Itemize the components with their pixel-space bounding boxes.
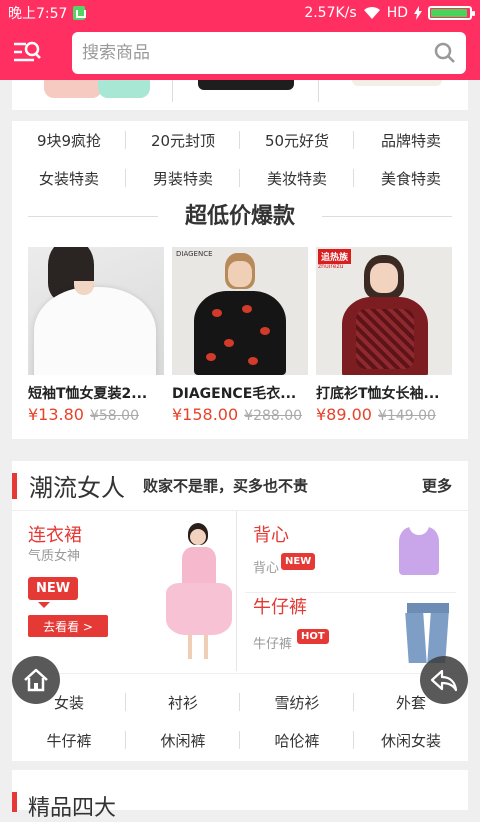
category-item[interactable]: 休闲女装 (354, 721, 468, 759)
tag-pointer (38, 602, 50, 608)
trend-title: 潮流女人 (29, 474, 125, 502)
back-arrow-icon (430, 669, 458, 692)
promo-title: 背心 (253, 525, 289, 546)
product-card[interactable]: 追热族 zhuirezu 打底衫T恤女长袖... ¥89.00 ¥149.00 (316, 247, 452, 424)
category-item[interactable]: 20元封顶 (126, 121, 240, 159)
promo-dress[interactable]: 连衣裙 气质女神 NEW 去看看 > (12, 511, 237, 671)
product-old-price: ¥149.00 (377, 408, 436, 424)
promo-subtitle: 气质女神 (28, 549, 81, 564)
promo-right: 背心 背心 NEW 牛仔裤 牛仔裤 HOT (237, 511, 468, 671)
next-section-title: 精品四大 (28, 796, 117, 821)
category-item[interactable]: 女装特卖 (12, 159, 126, 197)
menu-search-icon[interactable] (8, 34, 46, 72)
hot-card: 9块9疯抢 20元封顶 50元好货 品牌特卖 女装特卖 男装特卖 美妆特卖 美食… (12, 121, 468, 439)
new-tag: NEW (281, 553, 316, 570)
back-button[interactable] (420, 656, 468, 704)
product-price: ¥13.80 (28, 405, 84, 424)
jeans-image (405, 603, 451, 663)
category-item[interactable]: 美妆特卖 (240, 159, 354, 197)
trend-header: 潮流女人 败家不是罪，买多也不贵 更多 (12, 461, 468, 511)
network-speed: 2.57K/s (304, 5, 357, 21)
category-item[interactable]: 哈伦裤 (240, 721, 354, 759)
search-icon[interactable] (434, 42, 456, 64)
divider (12, 673, 468, 674)
vest-image (399, 521, 439, 577)
section-title: 超低价爆款 (12, 197, 468, 237)
category-item[interactable]: 牛仔裤 (12, 721, 126, 759)
more-link[interactable]: 更多 (422, 475, 452, 496)
category-item[interactable]: 男装特卖 (126, 159, 240, 197)
search-field[interactable] (72, 32, 466, 74)
wifi-icon (363, 6, 380, 19)
trend-category-grid: 女装 衬衫 雪纺衫 外套 牛仔裤 休闲裤 哈伦裤 休闲女装 (12, 683, 468, 759)
charging-icon (414, 6, 422, 20)
category-item[interactable]: 美食特卖 (354, 159, 468, 197)
section-accent-bar (12, 472, 17, 499)
product-image: 追热族 zhuirezu (316, 247, 452, 375)
home-icon (24, 668, 48, 692)
trend-card: 潮流女人 败家不是罪，买多也不贵 更多 连衣裙 气质女神 NEW 去看看 > 背… (12, 461, 468, 761)
status-bar: 晚上7:57 2.57K/s HD (0, 0, 480, 26)
category-item[interactable]: 品牌特卖 (354, 121, 468, 159)
promo-title: 牛仔裤 (253, 597, 307, 618)
promo-subtitle: 牛仔裤 (253, 637, 293, 652)
product-price: ¥89.00 (316, 405, 372, 424)
home-button[interactable] (12, 656, 60, 704)
go-see-button[interactable]: 去看看 > (28, 615, 108, 637)
category-item[interactable]: 休闲裤 (126, 721, 240, 759)
product-name: DIAGENCE毛衣... (172, 386, 297, 402)
product-name: 打底衫T恤女长袖... (316, 386, 440, 402)
promo-subtitle: 背心 (253, 561, 280, 576)
brand-label: DIAGENCE (176, 250, 213, 258)
brand-badge-sub: zhuirezu (318, 263, 344, 270)
trend-promo: 连衣裙 气质女神 NEW 去看看 > 背心 背心 NEW 牛仔裤 牛仔裤 HOT (12, 511, 468, 671)
section-accent-bar (12, 792, 17, 812)
search-input[interactable] (82, 43, 434, 63)
brand-badge: 追热族 (318, 249, 352, 264)
category-grid: 9块9疯抢 20元封顶 50元好货 品牌特卖 女装特卖 男装特卖 美妆特卖 美食… (12, 121, 468, 197)
dress-image (164, 523, 234, 665)
hot-tag: HOT (297, 629, 329, 644)
category-item[interactable]: 9块9疯抢 (12, 121, 126, 159)
app-header (0, 26, 480, 80)
divider (12, 110, 468, 111)
sim-icon (73, 6, 87, 20)
product-old-price: ¥58.00 (89, 408, 139, 424)
product-list: 短袖T恤女夏装2... ¥13.80 ¥58.00 DIAGENCE DIAGE… (12, 247, 468, 424)
promo-title: 连衣裙 (28, 525, 82, 546)
category-item[interactable]: 50元好货 (240, 121, 354, 159)
status-time: 晚上7:57 (8, 6, 68, 22)
network-type: HD (386, 5, 408, 21)
product-card[interactable]: DIAGENCE DIAGENCE毛衣... ¥158.00 ¥288.00 (172, 247, 308, 424)
product-name: 短袖T恤女夏装2... (28, 386, 148, 402)
product-image (28, 247, 164, 375)
battery-level (431, 9, 467, 17)
product-image: DIAGENCE (172, 247, 308, 375)
promo-vest[interactable]: 背心 背心 NEW (237, 511, 468, 591)
next-section-card: 精品四大 (12, 770, 468, 821)
trend-subtitle: 败家不是罪，买多也不贵 (143, 477, 309, 495)
category-item[interactable]: 衬衫 (126, 683, 240, 721)
product-price: ¥158.00 (172, 405, 239, 424)
category-item[interactable]: 雪纺衫 (240, 683, 354, 721)
new-tag: NEW (28, 577, 79, 600)
battery-icon (428, 6, 475, 20)
product-old-price: ¥288.00 (244, 408, 303, 424)
product-card[interactable]: 短袖T恤女夏装2... ¥13.80 ¥58.00 (28, 247, 164, 424)
